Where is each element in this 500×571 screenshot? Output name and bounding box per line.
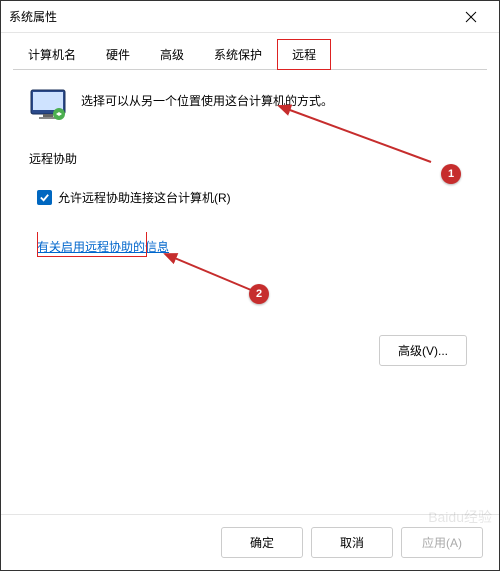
advanced-button-row: 高级(V)...: [29, 335, 471, 366]
intro-text: 选择可以从另一个位置使用这台计算机的方式。: [81, 88, 333, 109]
allow-remote-assist-row: 允许远程协助连接这台计算机(R): [37, 189, 471, 206]
monitor-icon: [29, 88, 69, 122]
ok-button[interactable]: 确定: [221, 527, 303, 558]
annotation-highlight-box-sides: [37, 232, 147, 256]
tab-bar: 计算机名 硬件 高级 系统保护 远程: [1, 33, 499, 70]
annotation-arrow-2: [159, 248, 259, 296]
tab-system-protection[interactable]: 系统保护: [199, 39, 277, 70]
system-properties-window: 系统属性 计算机名 硬件 高级 系统保护 远程 选择可以从另一个位置使用这台计: [0, 0, 500, 571]
intro-row: 选择可以从另一个位置使用这台计算机的方式。: [29, 88, 471, 122]
annotation-highlight-box-bottom: [37, 256, 147, 257]
apply-button[interactable]: 应用(A): [401, 527, 483, 558]
tab-hardware[interactable]: 硬件: [91, 39, 145, 70]
annotation-badge-1: 1: [441, 164, 461, 184]
window-title: 系统属性: [9, 8, 451, 25]
titlebar: 系统属性: [1, 1, 499, 33]
tab-computer-name[interactable]: 计算机名: [13, 39, 91, 70]
close-icon: [465, 11, 477, 23]
tab-underline: [13, 69, 487, 70]
advanced-button[interactable]: 高级(V)...: [379, 335, 467, 366]
tab-remote[interactable]: 远程: [277, 39, 331, 70]
dialog-footer: 确定 取消 应用(A): [1, 514, 499, 570]
allow-remote-assist-label: 允许远程协助连接这台计算机(R): [58, 189, 231, 206]
tab-content: 选择可以从另一个位置使用这台计算机的方式。 远程协助 允许远程协助连接这台计算机…: [1, 70, 499, 514]
close-button[interactable]: [451, 1, 491, 33]
checkmark-icon: [39, 192, 50, 203]
cancel-button[interactable]: 取消: [311, 527, 393, 558]
allow-remote-assist-checkbox[interactable]: [37, 190, 52, 205]
remote-assist-group-label: 远程协助: [29, 150, 471, 167]
annotation-badge-2: 2: [249, 284, 269, 304]
tab-advanced[interactable]: 高级: [145, 39, 199, 70]
